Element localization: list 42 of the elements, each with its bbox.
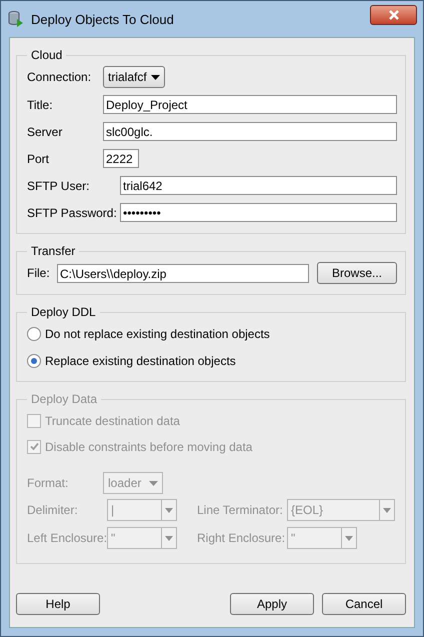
connection-dropdown[interactable]: trialafcf <box>103 66 165 88</box>
radio-label: Do not replace existing destination objects <box>45 326 270 340</box>
group-title: Transfer <box>30 244 76 258</box>
caret-icon <box>165 508 173 512</box>
group-title: Cloud <box>30 48 64 62</box>
radio-label: Replace existing destination objects <box>45 354 236 368</box>
caret-icon <box>165 536 173 540</box>
window-title: Deploy Objects To Cloud <box>31 12 175 26</box>
password-field[interactable]: ••••••••• <box>120 203 397 222</box>
caret-icon <box>149 480 158 486</box>
field-label: Connection: <box>27 70 92 84</box>
caret-icon <box>383 508 391 512</box>
radio-button[interactable] <box>27 326 41 340</box>
field-label: Format: <box>27 476 70 490</box>
input-field[interactable]: trial642 <box>120 176 397 195</box>
input-field[interactable]: slc00glc. <box>103 122 397 141</box>
dialog-button[interactable]: Cancel <box>322 593 406 615</box>
browse-button[interactable]: Browse... <box>317 262 397 284</box>
caret-icon <box>345 536 353 540</box>
field-label: Line Terminator: <box>197 503 283 517</box>
input-field[interactable]: 2222 <box>103 149 139 168</box>
field-label: Delimiter: <box>27 503 79 517</box>
database-icon <box>7 10 25 28</box>
checkbox-label: Disable constraints before moving data <box>45 440 252 454</box>
dialog-button[interactable]: Apply <box>230 593 314 615</box>
help-button[interactable]: Help <box>16 593 100 615</box>
close-button[interactable] <box>370 5 417 25</box>
field-label: Title: <box>27 98 54 112</box>
caret-icon <box>150 74 160 80</box>
field-label: Port <box>27 152 50 166</box>
field-label: Server <box>27 124 64 138</box>
file-path-field[interactable]: C:\Users\\deploy.zip <box>57 264 309 282</box>
checkbox-label: Truncate destination data <box>45 414 180 428</box>
group-title: Deploy DDL <box>30 305 97 319</box>
field-label: SFTP Password: <box>27 206 118 220</box>
group-title: Deploy Data <box>30 392 98 406</box>
radio-button[interactable] <box>27 354 41 368</box>
field-label: SFTP User: <box>27 178 90 192</box>
input-field[interactable]: Deploy_Project <box>103 95 397 114</box>
field-label: Right Enclosure: <box>197 531 283 545</box>
field-label: File: <box>27 266 51 280</box>
close-icon <box>388 10 400 20</box>
